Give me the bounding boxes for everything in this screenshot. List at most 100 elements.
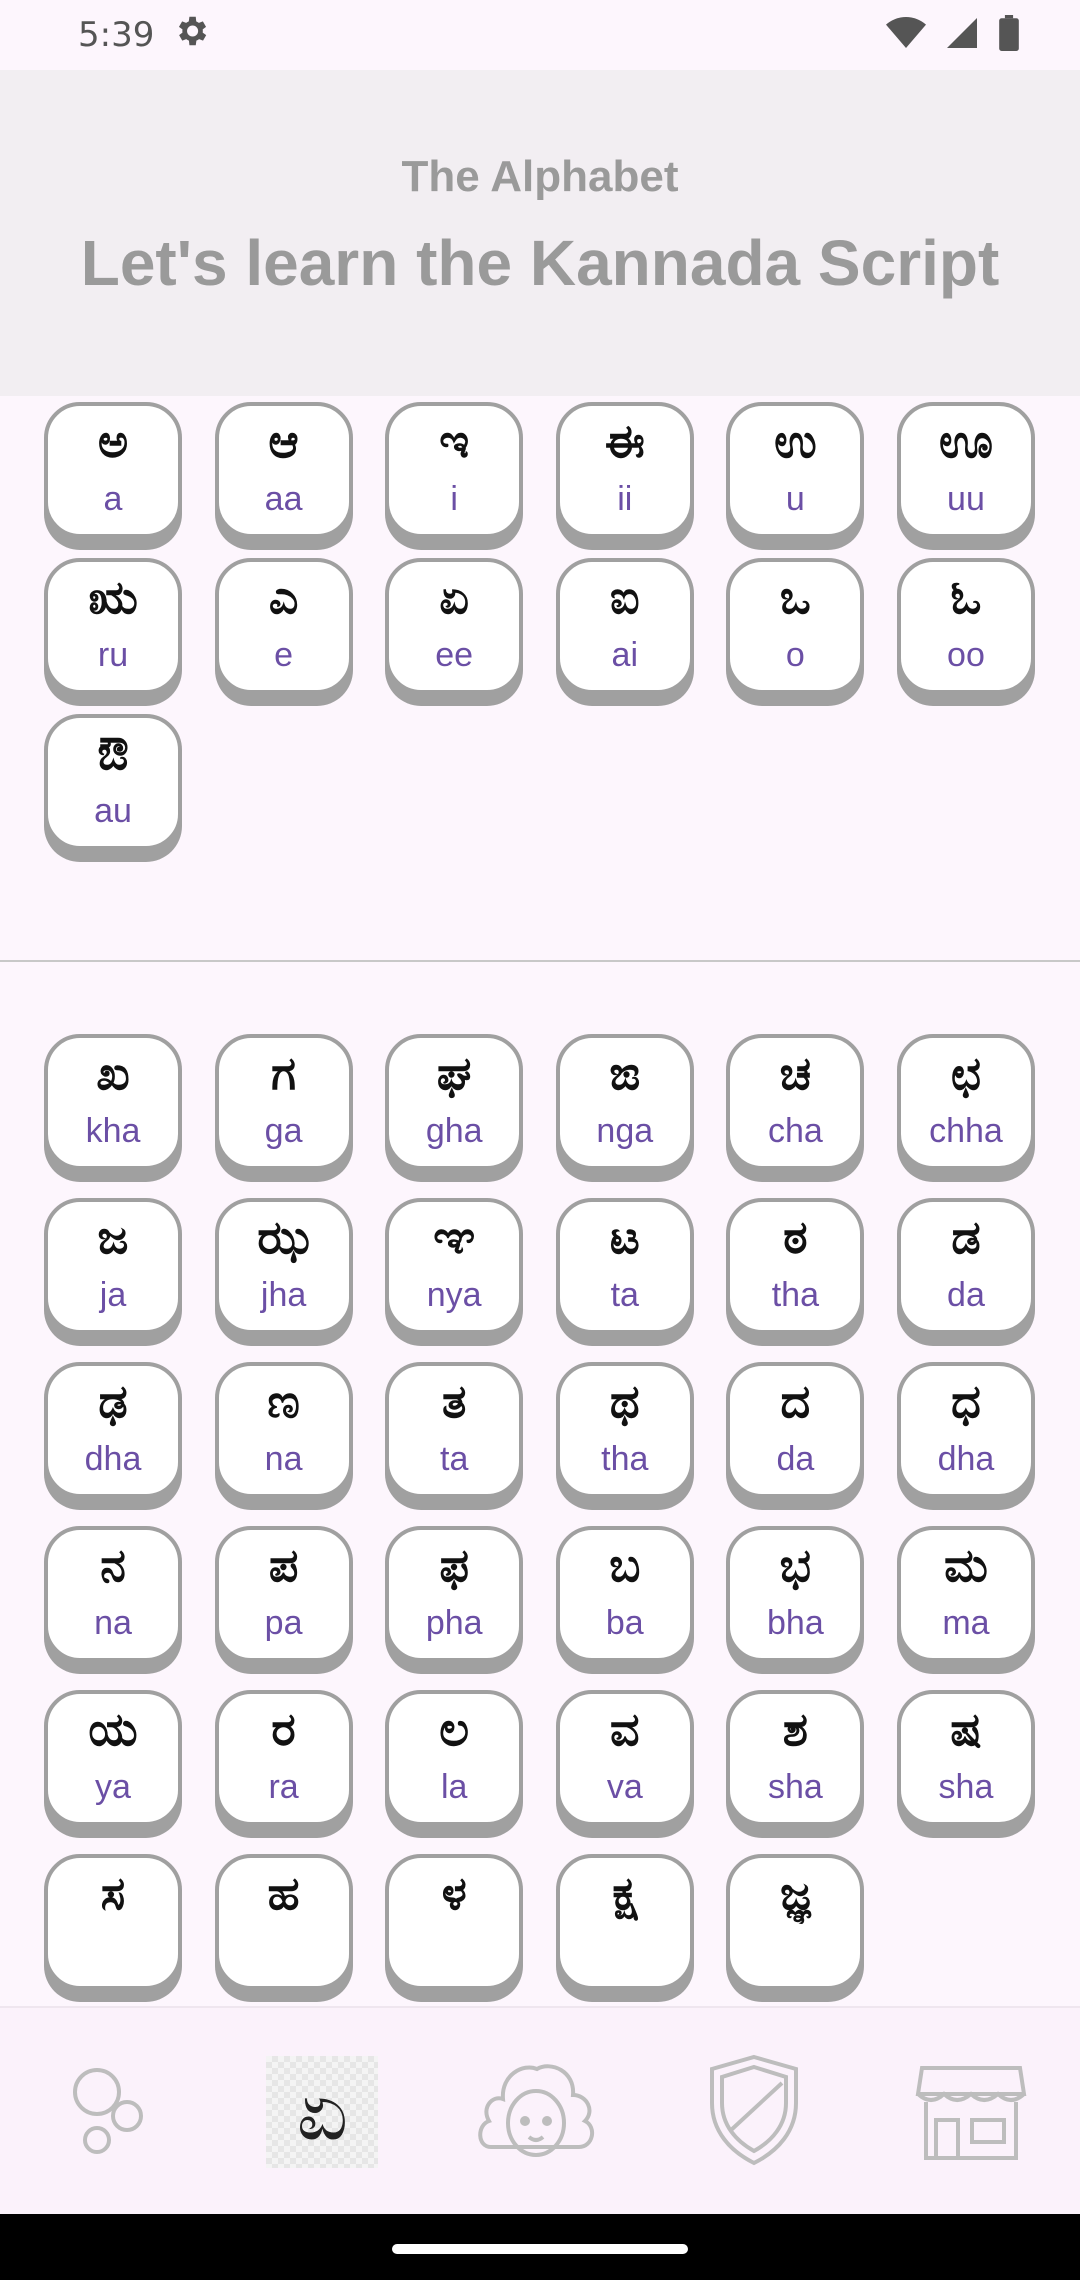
letter-tile[interactable]: ಚ cha xyxy=(726,1034,865,1170)
letter-glyph: ಜ್ಞ xyxy=(780,1866,811,1920)
home-indicator[interactable] xyxy=(392,2244,688,2254)
letter-tile[interactable]: ಛ chha xyxy=(896,1034,1035,1170)
letter-transliteration: ma xyxy=(942,1604,990,1642)
letter-tile[interactable]: ಫ pha xyxy=(385,1526,524,1662)
letter-tile[interactable]: ಡ da xyxy=(896,1198,1035,1334)
letter-tile[interactable]: ರ ra xyxy=(214,1690,353,1826)
letter-transliteration: sha xyxy=(767,1768,823,1806)
letter-tile[interactable]: ತ ta xyxy=(385,1362,524,1498)
letter-glyph: ಆ xyxy=(268,414,299,468)
letter-tile[interactable]: ಘ gha xyxy=(385,1034,524,1170)
letter-tile[interactable]: ಷ sha xyxy=(896,1690,1035,1826)
consonant-grid: ಖ kha ಗ ga ಘ gha ಙ nga ಚ cha ಛ chha ಜ ja ಝ jha ಞ… xyxy=(44,1034,1035,1990)
letter-tile[interactable]: ಜ್ಞ xyxy=(726,1854,865,1990)
letter-tile[interactable]: ಞ nya xyxy=(385,1198,524,1334)
letter-tile[interactable]: ಖ kha xyxy=(44,1034,182,1170)
system-gesture-bar xyxy=(0,2214,1080,2280)
letter-tile[interactable]: ಧ dha xyxy=(896,1362,1035,1498)
letter-tile[interactable]: ಋ ru xyxy=(44,558,182,694)
letter-tile[interactable]: ಬ ba xyxy=(555,1526,694,1662)
letter-tile[interactable]: ಒo xyxy=(726,558,865,694)
letter-tile[interactable]: ಕ್ಷ xyxy=(555,1854,694,1990)
letter-glyph: ಢ xyxy=(98,1374,128,1428)
letter-tile[interactable]: ಹ xyxy=(214,1854,353,1990)
cell-signal-icon xyxy=(944,15,980,55)
letter-tile[interactable]: ಜ ja xyxy=(44,1198,182,1334)
letter-tile[interactable]: ಗ ga xyxy=(214,1034,353,1170)
letter-transliteration: pa xyxy=(264,1604,303,1642)
section-divider xyxy=(0,960,1080,962)
letter-tile[interactable]: ಳ xyxy=(385,1854,524,1990)
letter-tile[interactable]: ಉu xyxy=(726,402,865,538)
letter-transliteration: nya xyxy=(426,1276,482,1314)
battery-icon xyxy=(998,15,1020,55)
letter-glyph: ಥ xyxy=(609,1374,640,1428)
letter-tile[interactable]: ಎe xyxy=(214,558,353,694)
letter-tile[interactable]: ಠ tha xyxy=(726,1198,865,1334)
letter-tile[interactable]: ವ va xyxy=(555,1690,694,1826)
letter-transliteration: bha xyxy=(767,1604,824,1642)
alphabet-scroll-area[interactable]: ಅa ಆ aa ಇi ಈ ii ಉu ಊ uu ಋ ru ಎe ಏ ee ಐ ai ಒo ಓ… xyxy=(0,396,1080,2006)
letter-glyph: ಹ xyxy=(267,1866,300,1920)
nav-bubbles[interactable] xyxy=(49,2052,169,2172)
letter-transliteration: e xyxy=(274,636,294,674)
bubbles-icon xyxy=(59,2060,159,2164)
letter-tile[interactable]: ದ da xyxy=(726,1362,865,1498)
letter-tile[interactable]: ಣ na xyxy=(214,1362,353,1498)
letter-transliteration: ru xyxy=(97,636,129,674)
letter-glyph: ಯ xyxy=(88,1702,138,1756)
settings-gear-icon xyxy=(172,12,210,59)
letter-tile[interactable]: ಈ ii xyxy=(555,402,694,538)
letter-transliteration: o xyxy=(785,636,805,674)
letter-transliteration: tha xyxy=(771,1276,819,1314)
letter-transliteration: ee xyxy=(435,636,474,674)
letter-transliteration: u xyxy=(785,480,805,518)
letter-tile[interactable]: ಆ aa xyxy=(214,402,353,538)
letter-transliteration: cha xyxy=(767,1112,823,1150)
letter-glyph: ಒ xyxy=(779,570,811,624)
letter-tile[interactable]: ಏ ee xyxy=(385,558,524,694)
status-bar: 5:39 xyxy=(0,0,1080,70)
letter-transliteration: ai xyxy=(611,636,639,674)
letter-glyph: ಗ xyxy=(271,1046,297,1100)
letter-tile[interactable]: ಝ jha xyxy=(214,1198,353,1334)
letter-tile[interactable]: ಶ sha xyxy=(726,1690,865,1826)
letter-transliteration: ta xyxy=(610,1276,639,1314)
letter-glyph: ಞ xyxy=(433,1210,476,1264)
letter-transliteration: ga xyxy=(264,1112,303,1150)
letter-tile[interactable]: ಟ ta xyxy=(555,1198,694,1334)
letter-glyph: ತ xyxy=(441,1374,467,1428)
bottom-nav: ಏ xyxy=(0,2006,1080,2216)
letter-tile[interactable]: ಭ bha xyxy=(726,1526,865,1662)
letter-transliteration: da xyxy=(776,1440,815,1478)
letter-tile[interactable]: ಇi xyxy=(385,402,524,538)
letter-tile[interactable]: ಪ pa xyxy=(214,1526,353,1662)
letter-glyph: ರ xyxy=(271,1702,296,1756)
nav-store[interactable] xyxy=(911,2052,1031,2172)
letter-glyph: ಉ xyxy=(774,414,817,468)
letter-tile[interactable]: ನ na xyxy=(44,1526,182,1662)
letter-glyph: ಙ xyxy=(609,1046,641,1100)
letter-tile[interactable]: ಓ oo xyxy=(896,558,1035,694)
letter-tile[interactable]: ಅa xyxy=(44,402,182,538)
letter-tile[interactable]: ಥ tha xyxy=(555,1362,694,1498)
letter-transliteration: ja xyxy=(99,1276,127,1314)
letter-glyph: ಚ xyxy=(779,1046,812,1100)
letter-tile[interactable]: ಔ au xyxy=(44,714,182,850)
nav-avatar[interactable] xyxy=(476,2052,596,2172)
nav-alphabet[interactable]: ಏ xyxy=(266,2056,379,2168)
letter-tile[interactable]: ಲ la xyxy=(385,1690,524,1826)
avatar-icon xyxy=(471,2055,601,2169)
letter-glyph: ಠ xyxy=(783,1210,808,1264)
letter-tile[interactable]: ಐ ai xyxy=(555,558,694,694)
letter-tile[interactable]: ಢ dha xyxy=(44,1362,182,1498)
letter-tile[interactable]: ಯ ya xyxy=(44,1690,182,1826)
letter-tile[interactable]: ಮ ma xyxy=(896,1526,1035,1662)
letter-transliteration: ra xyxy=(268,1768,299,1806)
letter-tile[interactable]: ಸ xyxy=(44,1854,182,1990)
letter-tile[interactable]: ಙ nga xyxy=(555,1034,694,1170)
nav-shield[interactable] xyxy=(694,2052,814,2172)
letter-glyph: ಟ xyxy=(609,1210,640,1264)
letter-glyph: ಘ xyxy=(436,1046,472,1100)
letter-tile[interactable]: ಊ uu xyxy=(896,402,1035,538)
